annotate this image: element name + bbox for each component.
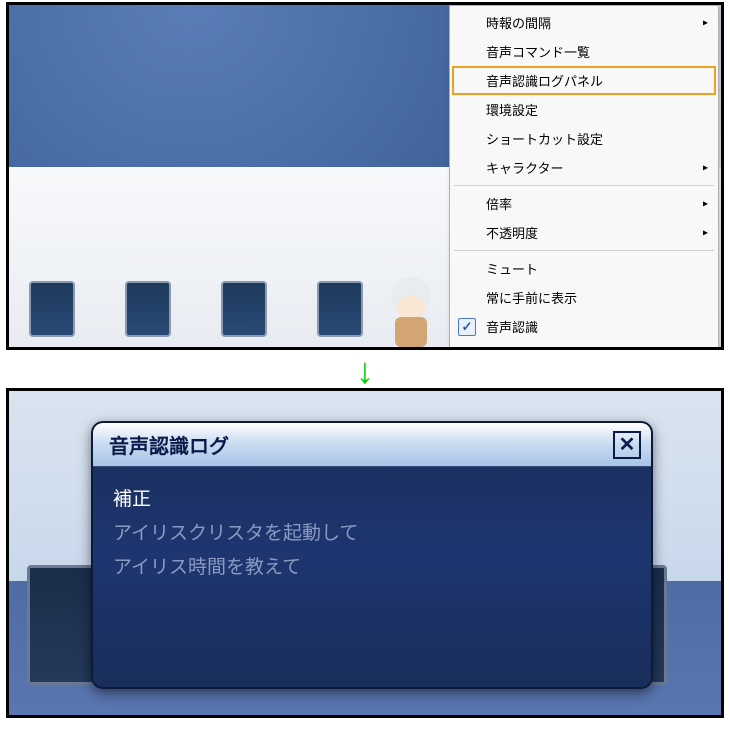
menu-item[interactable]: 音声コマンド一覧 (452, 37, 716, 66)
voice-recognition-log-panel: 音声認識ログ ✕ 補正アイリスクリスタを起動してアイリス時間を教えて (91, 421, 653, 689)
menu-item[interactable]: スタートアップに登録 (452, 341, 716, 350)
menu-item-label: ショートカット設定 (486, 132, 603, 147)
menu-item[interactable]: 常に手前に表示 (452, 283, 716, 312)
background-windows (29, 281, 363, 337)
bg-window (125, 281, 171, 337)
menu-item[interactable]: 音声認識ログパネル (452, 66, 716, 95)
log-line: アイリス時間を教えて (113, 551, 631, 585)
menu-item-label: 常に手前に表示 (486, 291, 577, 306)
close-icon: ✕ (619, 432, 636, 457)
bg-window (221, 281, 267, 337)
avatar-body (395, 317, 427, 347)
menu-item-label: 時報の間隔 (486, 16, 551, 31)
menu-item[interactable]: 不透明度 (452, 218, 716, 247)
top-screenshot: 時報の間隔音声コマンド一覧音声認識ログパネル環境設定ショートカット設定キャラクタ… (6, 2, 724, 350)
menu-item-label: スタートアップに登録 (486, 349, 616, 350)
menu-item-label: 倍率 (486, 197, 512, 212)
menu-item[interactable]: 倍率 (452, 189, 716, 218)
bg-window (317, 281, 363, 337)
menu-item-label: キャラクター (486, 161, 563, 176)
menu-item-label: 環境設定 (486, 103, 538, 118)
menu-item[interactable]: 環境設定 (452, 95, 716, 124)
log-panel-title: 音声認識ログ (109, 430, 229, 459)
bottom-screenshot: 音声認識ログ ✕ 補正アイリスクリスタを起動してアイリス時間を教えて (6, 388, 724, 718)
close-button[interactable]: ✕ (613, 431, 641, 459)
menu-separator (454, 185, 714, 186)
menu-item[interactable]: ショートカット設定 (452, 124, 716, 153)
context-menu: 時報の間隔音声コマンド一覧音声認識ログパネル環境設定ショートカット設定キャラクタ… (449, 5, 719, 350)
menu-item-label: 音声認識 (486, 320, 538, 335)
arrow-down-icon: ↓ (356, 350, 374, 392)
character-avatar[interactable] (381, 277, 441, 347)
menu-item[interactable]: キャラクター (452, 153, 716, 182)
log-line: 補正 (113, 483, 631, 517)
log-panel-titlebar[interactable]: 音声認識ログ ✕ (93, 423, 651, 467)
menu-item-label: 音声コマンド一覧 (486, 45, 590, 60)
log-line: アイリスクリスタを起動して (113, 517, 631, 551)
bg-window (29, 281, 75, 337)
menu-item-label: 音声認識ログパネル (486, 74, 603, 89)
menu-item-label: 不透明度 (486, 226, 538, 241)
menu-item[interactable]: ミュート (452, 254, 716, 283)
menu-separator (454, 250, 714, 251)
checkmark-icon (458, 318, 476, 336)
log-panel-body: 補正アイリスクリスタを起動してアイリス時間を教えて (93, 467, 651, 602)
menu-item[interactable]: 音声認識 (452, 312, 716, 341)
menu-item[interactable]: 時報の間隔 (452, 8, 716, 37)
menu-item-label: ミュート (486, 262, 538, 277)
